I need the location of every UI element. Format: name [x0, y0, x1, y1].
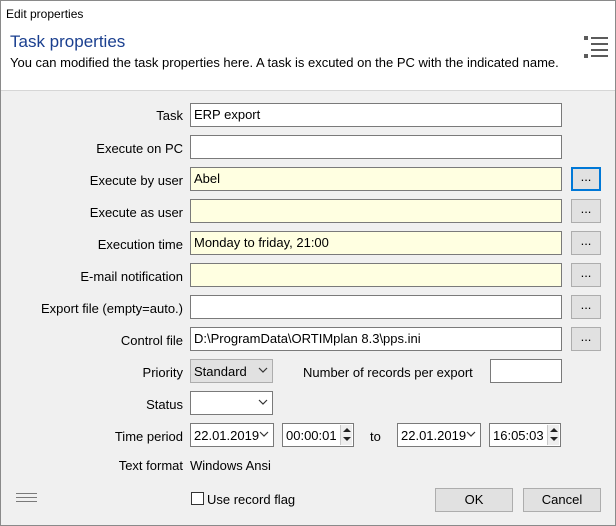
to-label: to [370, 429, 381, 444]
task-field[interactable]: ERP export [190, 103, 562, 127]
chevron-down-icon [258, 367, 268, 373]
records-per-export-label: Number of records per export [303, 365, 473, 380]
spinner-arrows-icon[interactable] [547, 425, 559, 445]
status-select[interactable] [190, 391, 273, 415]
to-time-spinner[interactable]: 16:05:03 [489, 423, 561, 447]
execute-by-user-label: Execute by user [89, 173, 183, 188]
chevron-down-icon [258, 399, 268, 405]
text-format-label: Text format [118, 458, 183, 473]
cancel-button[interactable]: Cancel [523, 488, 601, 512]
execute-by-user-field[interactable]: Abel [190, 167, 562, 191]
execute-as-user-field[interactable] [190, 199, 562, 223]
execute-on-pc-field[interactable] [190, 135, 562, 159]
browse-execute-by-user-button[interactable]: ... [571, 167, 601, 191]
priority-value: Standard [194, 364, 247, 379]
ok-button[interactable]: OK [435, 488, 513, 512]
task-label: Task [156, 108, 183, 123]
execute-on-pc-label: Execute on PC [96, 141, 183, 156]
text-format-value: Windows Ansi [190, 458, 271, 473]
chevron-down-icon [259, 431, 269, 437]
browse-execute-as-user-button[interactable]: ... [571, 199, 601, 223]
execution-time-label: Execution time [97, 237, 183, 252]
page-title: Task properties [10, 32, 126, 51]
email-notification-field[interactable] [190, 263, 562, 287]
execution-time-field[interactable]: Monday to friday, 21:00 [190, 231, 562, 255]
export-file-label: Export file (empty=auto.) [41, 301, 183, 316]
from-time-spinner[interactable]: 00:00:01 [282, 423, 354, 447]
email-notification-label: E-mail notification [80, 269, 183, 284]
use-record-flag-label: Use record flag [207, 492, 296, 507]
execute-as-user-label: Execute as user [89, 205, 183, 220]
from-date-picker[interactable]: 22.01.2019 [190, 423, 274, 447]
from-time-value: 00:00:01 [286, 428, 337, 443]
browse-email-notification-button[interactable]: ... [571, 263, 601, 287]
to-time-value: 16:05:03 [493, 428, 544, 443]
browse-export-file-button[interactable]: ... [571, 295, 601, 319]
records-per-export-field[interactable] [490, 359, 562, 383]
to-date-value: 22.01.2019 [401, 428, 467, 443]
time-period-label: Time period [114, 429, 183, 444]
chevron-down-icon [466, 431, 476, 437]
use-record-flag-checkbox[interactable] [191, 492, 204, 505]
spinner-arrows-icon[interactable] [340, 425, 352, 445]
priority-select[interactable]: Standard [190, 359, 273, 383]
list-icon [584, 34, 608, 60]
header-panel: Task properties You can modified the tas… [1, 27, 615, 91]
control-file-field[interactable]: D:\ProgramData\ORTIMplan 8.3\pps.ini [190, 327, 562, 351]
status-label: Status [146, 397, 183, 412]
page-description: You can modified the task properties her… [10, 55, 559, 70]
menu-grip-icon[interactable] [16, 493, 37, 503]
from-date-value: 22.01.2019 [194, 428, 260, 443]
export-file-field[interactable] [190, 295, 562, 319]
to-date-picker[interactable]: 22.01.2019 [397, 423, 481, 447]
window-title: Edit properties [1, 1, 615, 27]
edit-properties-dialog: Edit properties Task properties You can … [0, 0, 616, 526]
browse-execution-time-button[interactable]: ... [571, 231, 601, 255]
control-file-label: Control file [120, 333, 183, 348]
browse-control-file-button[interactable]: ... [571, 327, 601, 351]
priority-label: Priority [142, 365, 183, 380]
